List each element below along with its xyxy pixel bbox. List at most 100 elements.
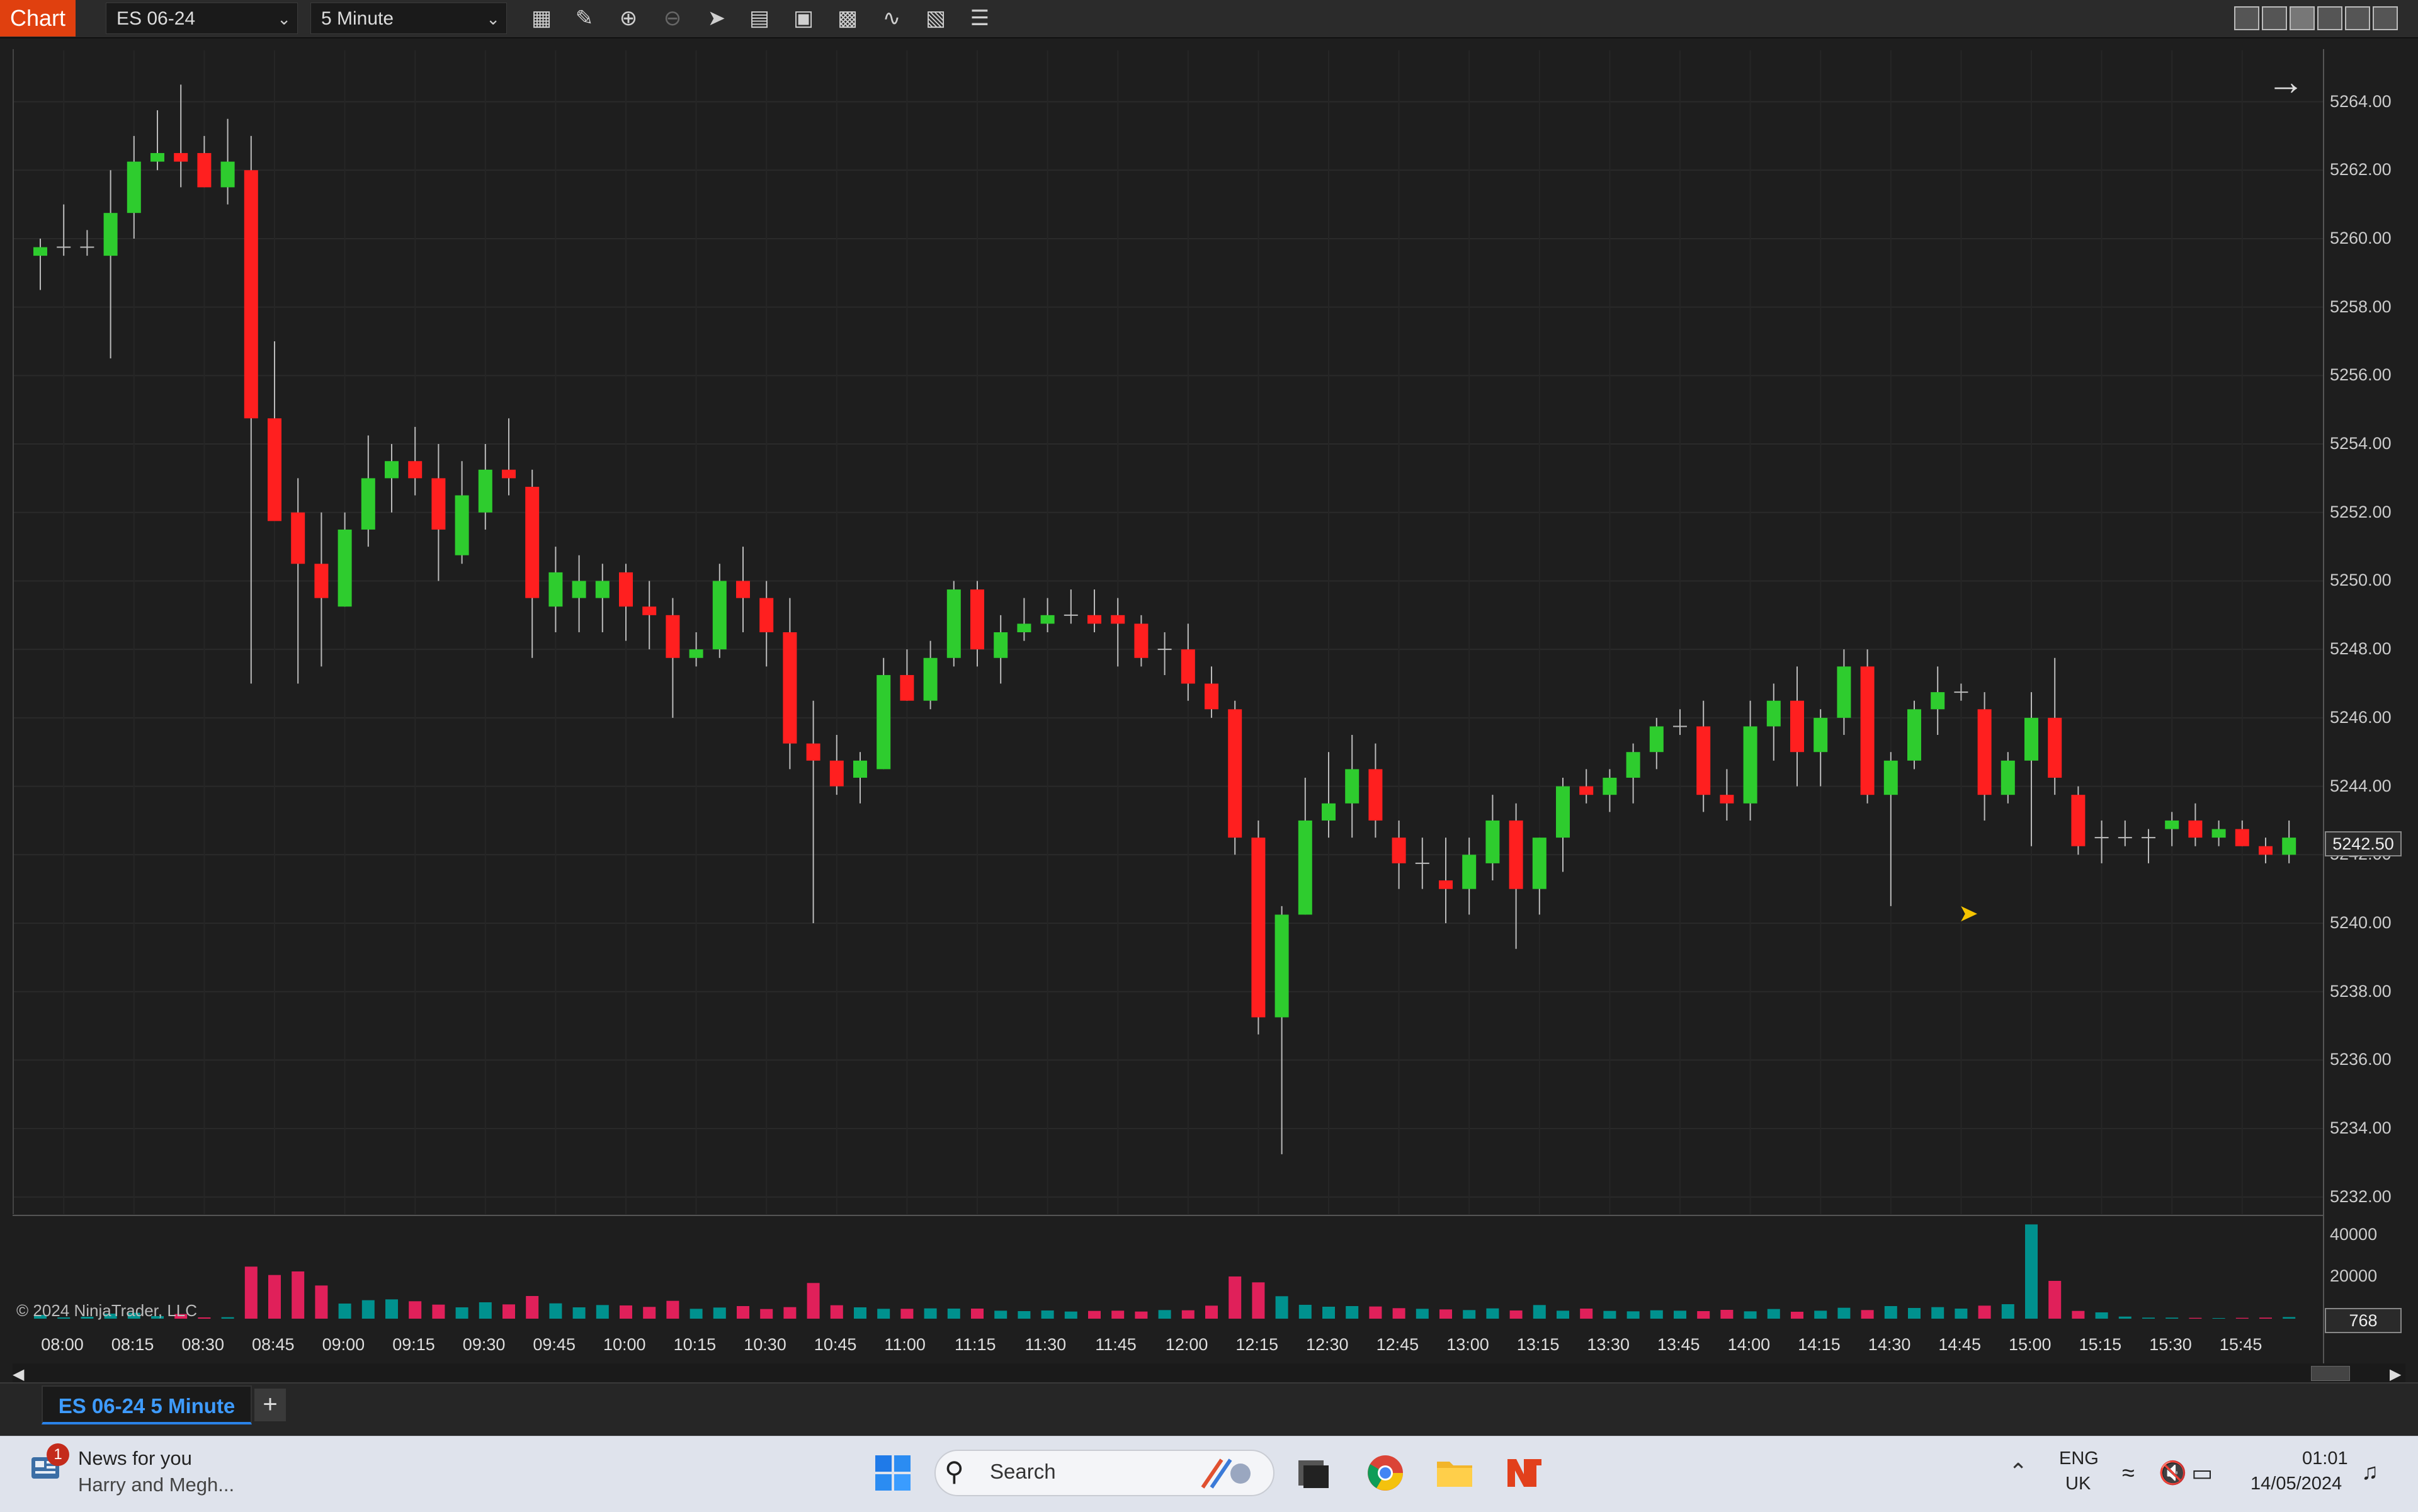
volume-bar <box>1603 1310 1616 1319</box>
volume-bar <box>572 1307 586 1319</box>
time-tick-label: 13:45 <box>1657 1335 1700 1354</box>
volume-bar <box>620 1305 632 1319</box>
scroll-right-icon[interactable]: ▶ <box>2390 1365 2401 1384</box>
candle <box>1439 880 1453 889</box>
candle <box>478 469 492 513</box>
volume-bar <box>1111 1310 1125 1319</box>
volume-bar <box>549 1303 562 1319</box>
last-price-marker: 5242.50 <box>2325 831 2402 856</box>
news-subtitle[interactable]: Harry and Megh... <box>78 1474 234 1496</box>
scrollbar-thumb[interactable] <box>2311 1366 2350 1381</box>
language-indicator[interactable]: ENG <box>2059 1448 2099 1469</box>
time-tick-label: 08:00 <box>41 1335 84 1354</box>
scroll-to-end-icon[interactable]: → <box>2267 60 2305 103</box>
battery-icon[interactable]: ▭ <box>2191 1460 2213 1486</box>
tray-overflow-icon[interactable]: ⌃ <box>2009 1458 2028 1485</box>
time-tick-label: 14:30 <box>1868 1335 1911 1354</box>
candle <box>1720 795 1734 804</box>
clock-date[interactable]: 14/05/2024 <box>2251 1474 2342 1494</box>
time-tick-label: 12:15 <box>1235 1335 1278 1354</box>
file-explorer-icon[interactable] <box>1434 1453 1475 1493</box>
candle <box>1743 726 1757 804</box>
candle <box>666 615 680 658</box>
volume-bar <box>1509 1310 1523 1319</box>
panel-separator[interactable] <box>13 1215 2324 1216</box>
volume-bar <box>1720 1310 1734 1319</box>
candle <box>712 581 727 650</box>
copyright-text: © 2024 NinjaTrader, LLC <box>16 1301 198 1320</box>
volume-bar <box>502 1304 515 1319</box>
candle <box>1603 778 1617 795</box>
volume-bar <box>2283 1317 2296 1319</box>
clock-time[interactable]: 01:01 <box>2302 1448 2348 1469</box>
candle <box>244 170 258 419</box>
chart-canvas[interactable] <box>0 0 2418 1385</box>
horizontal-scrollbar[interactable] <box>13 1363 2405 1382</box>
candle <box>1462 855 1477 889</box>
volume-bar <box>900 1309 914 1319</box>
candle <box>1790 700 1804 753</box>
volume-bar <box>1650 1310 1663 1319</box>
volume-bar <box>432 1304 445 1319</box>
candle <box>877 674 891 770</box>
candle <box>174 153 188 162</box>
candle <box>1931 692 1945 710</box>
ninjatrader-icon[interactable] <box>1504 1453 1544 1493</box>
candle <box>946 589 961 658</box>
volume-bar <box>1275 1296 1288 1319</box>
candle <box>829 760 844 787</box>
windows-start-icon[interactable] <box>874 1454 912 1492</box>
volume-bar <box>783 1307 797 1319</box>
volume-bar <box>1557 1310 1569 1319</box>
notification-badge: 1 <box>47 1443 69 1466</box>
notification-bell-icon[interactable]: ♫ <box>2361 1458 2378 1485</box>
candle <box>1579 786 1594 795</box>
price-tick-label: 5252.00 <box>2330 502 2392 521</box>
candle <box>361 478 375 530</box>
wifi-icon[interactable]: ≈ <box>2122 1460 2135 1486</box>
candle <box>1298 820 1312 915</box>
candle <box>806 743 820 761</box>
candle <box>900 674 914 701</box>
volume-bar <box>690 1309 703 1319</box>
volume-bar <box>2235 1317 2249 1319</box>
time-tick-label: 14:00 <box>1727 1335 1771 1354</box>
candle <box>1111 615 1125 624</box>
candle <box>2259 846 2273 855</box>
candle <box>2211 829 2226 838</box>
time-tick-label: 09:15 <box>392 1335 435 1354</box>
add-tab-button[interactable]: + <box>254 1389 286 1421</box>
keyboard-layout[interactable]: UK <box>2065 1474 2091 1494</box>
candle <box>1556 786 1570 838</box>
candle <box>572 581 586 598</box>
terminal-app-icon[interactable] <box>1293 1453 1334 1493</box>
scroll-left-icon[interactable]: ◀ <box>13 1365 24 1384</box>
time-tick-label: 15:15 <box>2079 1335 2122 1354</box>
candle <box>1485 820 1500 863</box>
time-tick-label: 13:30 <box>1587 1335 1630 1354</box>
candle <box>1696 726 1711 795</box>
candle <box>2235 829 2249 846</box>
news-title[interactable]: News for you <box>78 1447 192 1470</box>
price-tick-label: 5256.00 <box>2330 365 2392 385</box>
time-tick-label: 15:00 <box>2009 1335 2052 1354</box>
candle <box>502 469 516 479</box>
candle <box>759 598 774 632</box>
candle <box>408 461 423 479</box>
candle <box>970 589 984 650</box>
chrome-icon[interactable] <box>1365 1453 1405 1493</box>
volume-bar <box>1837 1307 1851 1319</box>
volume-bar <box>1978 1305 1991 1319</box>
candle <box>1837 666 1851 718</box>
price-tick-label: 5250.00 <box>2330 571 2392 590</box>
candle <box>1532 838 1547 889</box>
volume-bar <box>1346 1306 1359 1319</box>
speaker-muted-icon[interactable]: 🔇 <box>2159 1460 2187 1486</box>
candle <box>1626 752 1640 778</box>
tab-es-5-minute[interactable]: ES 06-24 5 Minute <box>42 1385 252 1424</box>
volume-bar <box>526 1296 539 1319</box>
price-tick-label: 5232.00 <box>2330 1186 2392 1206</box>
candle <box>1860 666 1875 795</box>
time-tick-label: 10:45 <box>814 1335 857 1354</box>
candle <box>548 572 563 607</box>
